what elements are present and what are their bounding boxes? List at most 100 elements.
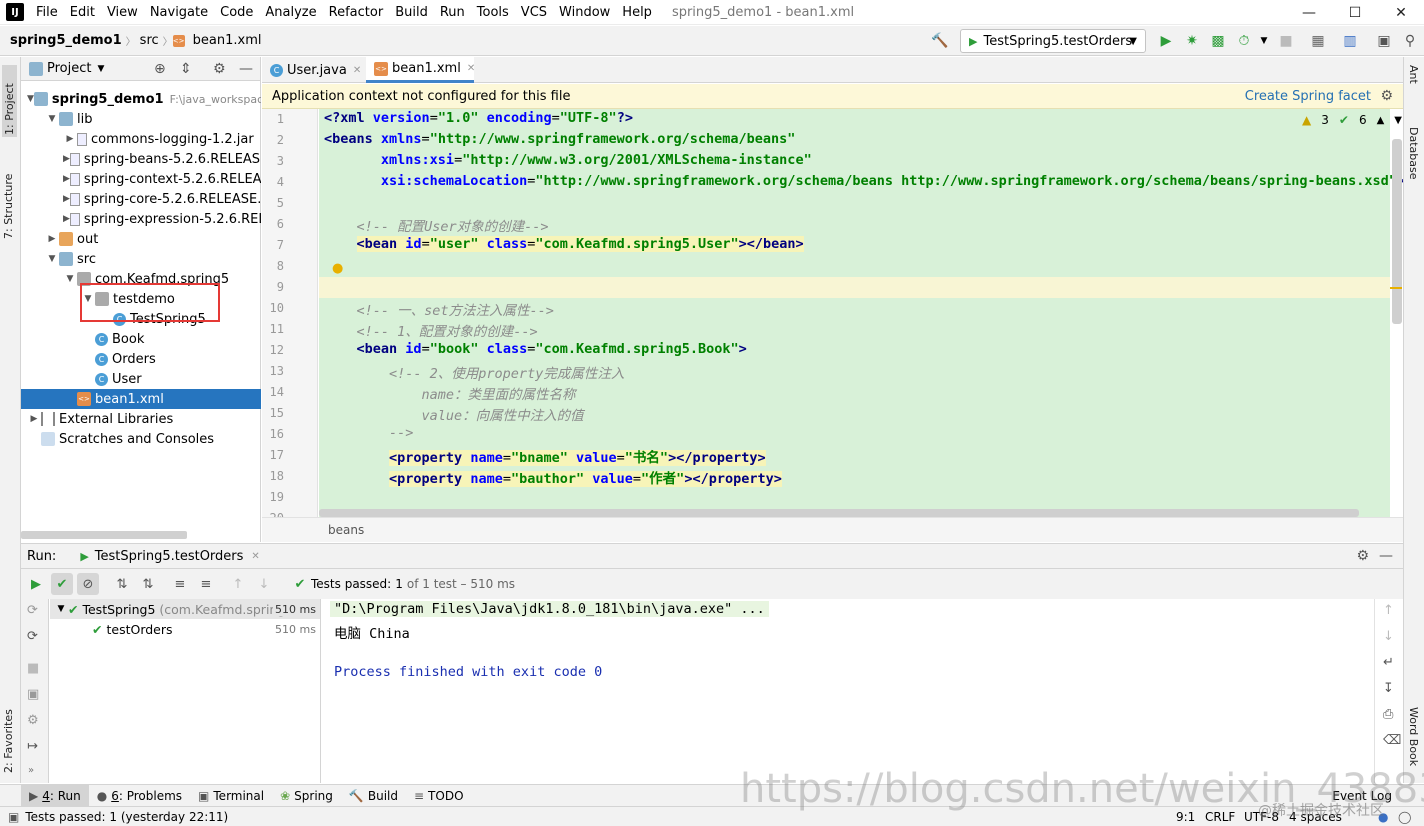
word-book-tool-tab[interactable]: Word Book	[1407, 707, 1420, 766]
collapse-all-icon[interactable]: ⇕	[180, 61, 192, 77]
search-everywhere-icon[interactable]: ⚲	[1400, 31, 1420, 51]
breadcrumb-project[interactable]: spring5_demo1	[0, 33, 126, 48]
tree-item[interactable]: ▶ out	[21, 229, 261, 249]
lightbulb-icon[interactable]: ●	[332, 261, 343, 276]
menu-navigate[interactable]: Navigate	[144, 0, 214, 25]
project-panel-title[interactable]: Project	[47, 61, 91, 76]
tab-run[interactable]: ▶ 4: Run	[21, 784, 89, 807]
test-suite-row[interactable]: ▼ ✔ TestSpring5 (com.Keafmd.spring 510 m…	[50, 599, 320, 619]
menu-help[interactable]: Help	[616, 0, 658, 25]
run-configuration-select[interactable]: ▶ TestSpring5.testOrders ▼	[960, 29, 1146, 53]
coverage-icon[interactable]: ▩	[1208, 31, 1228, 51]
trash-icon[interactable]: ⌫	[1383, 733, 1401, 748]
project-tool-tab[interactable]: 1: Project	[2, 65, 17, 137]
toggle-auto-test-icon[interactable]: ⟳	[27, 629, 38, 644]
tree-item[interactable]: C Orders	[21, 349, 261, 369]
chevron-up-icon[interactable]: ▲	[1377, 115, 1385, 126]
chevron-down-icon[interactable]: ▼	[1394, 115, 1402, 126]
menu-vcs[interactable]: VCS	[515, 0, 553, 25]
console-output[interactable]: "D:\Program Files\Java\jdk1.8.0_181\bin\…	[322, 599, 1374, 783]
hide-icon[interactable]: —	[239, 61, 253, 77]
create-spring-facet-link[interactable]: Create Spring facet	[1245, 89, 1371, 104]
gear-icon[interactable]: ⚙	[1380, 88, 1393, 104]
close-tab-icon[interactable]: ✕	[251, 551, 259, 562]
down-icon[interactable]: ↓	[1383, 629, 1394, 644]
menu-analyze[interactable]: Analyze	[259, 0, 322, 25]
tab-bean1-xml[interactable]: <> bean1.xml ✕	[366, 57, 475, 83]
tree-item[interactable]: ▶ spring-beans-5.2.6.RELEASE	[21, 149, 261, 169]
tree-item[interactable]: ▼ spring5_demo1 F:\java_workspac	[21, 89, 261, 109]
tab-user-java[interactable]: C User.java ✕	[262, 57, 362, 83]
close-tab-icon[interactable]: ✕	[353, 65, 361, 76]
maximize-icon[interactable]: ☐	[1332, 0, 1378, 25]
sort-alpha-icon[interactable]: ⇅	[111, 573, 133, 595]
menu-edit[interactable]: Edit	[64, 0, 101, 25]
favorites-tool-tab[interactable]: 2: Favorites	[2, 693, 15, 773]
build-hammer-icon[interactable]: 🔨	[930, 31, 950, 51]
menu-run[interactable]: Run	[434, 0, 471, 25]
chevron-right-icon[interactable]: ▶	[63, 174, 70, 184]
tree-item[interactable]: ▶ spring-context-5.2.6.RELEAS	[21, 169, 261, 189]
profile-dropdown-icon[interactable]: ▼	[1254, 31, 1274, 51]
show-passed-icon[interactable]: ✔	[51, 573, 73, 595]
more-icon[interactable]: »	[28, 765, 34, 776]
breadcrumb-src[interactable]: src	[136, 33, 163, 48]
soft-wrap-icon[interactable]: ↵	[1383, 655, 1394, 670]
collapse-all-icon[interactable]: ≡	[195, 573, 217, 595]
minimize-icon[interactable]: —	[1286, 0, 1332, 25]
menu-build[interactable]: Build	[389, 0, 434, 25]
stop-icon[interactable]: ■	[1276, 31, 1296, 51]
chevron-right-icon[interactable]: ▶	[63, 214, 70, 224]
menu-code[interactable]: Code	[214, 0, 259, 25]
tab-build[interactable]: 🔨 Build	[341, 785, 406, 807]
structure-tool-tab[interactable]: 7: Structure	[2, 149, 15, 239]
tree-item[interactable]: ▶ commons-logging-1.2.jar	[21, 129, 261, 149]
database-tool-tab[interactable]: Database	[1407, 127, 1420, 180]
ant-tool-tab[interactable]: Ant	[1407, 65, 1420, 84]
tab-todo[interactable]: ≡ TODO	[406, 785, 472, 807]
next-test-icon[interactable]: ↓	[253, 573, 275, 595]
debug-icon[interactable]: ✷	[1182, 31, 1202, 51]
breadcrumb-beans[interactable]: beans	[328, 523, 364, 537]
chevron-right-icon[interactable]: ▶	[63, 154, 70, 164]
tree-item[interactable]: C Book	[21, 329, 261, 349]
tab-spring[interactable]: ❀ Spring	[272, 785, 341, 807]
run-icon[interactable]: ▶	[1156, 31, 1176, 51]
menu-view[interactable]: View	[101, 0, 144, 25]
tree-item[interactable]: Scratches and Consoles	[21, 429, 261, 449]
up-icon[interactable]: ↑	[1383, 603, 1394, 618]
menu-file[interactable]: File	[30, 0, 64, 25]
menu-window[interactable]: Window	[553, 0, 616, 25]
inspection-widget[interactable]: ▲ 3 ✔ 6 ▲ ▼	[1302, 113, 1402, 127]
chevron-right-icon[interactable]: ▶	[45, 234, 59, 244]
tree-item[interactable]: ▶ spring-core-5.2.6.RELEASE.ja	[21, 189, 261, 209]
chevron-down-icon[interactable]: ▼	[45, 254, 59, 264]
rerun-failed-icon[interactable]: ⟳	[27, 603, 38, 618]
breadcrumb-file[interactable]: bean1.xml	[189, 33, 266, 48]
expand-all-icon[interactable]: ≡	[169, 573, 191, 595]
vertical-scrollbar[interactable]	[1392, 139, 1402, 324]
rerun-icon[interactable]: ▶	[25, 573, 47, 595]
chevron-down-icon[interactable]: ▼	[45, 114, 59, 124]
menu-refactor[interactable]: Refactor	[323, 0, 390, 25]
camera-icon[interactable]: ▣	[27, 687, 39, 702]
show-ignored-icon[interactable]: ⊘	[77, 573, 99, 595]
project-structure-icon[interactable]: ▦	[1308, 31, 1328, 51]
settings-icon[interactable]: ⚙	[27, 713, 39, 728]
locate-icon[interactable]: ⊕	[154, 61, 166, 77]
tree-item[interactable]: C User	[21, 369, 261, 389]
run-config-tab[interactable]: TestSpring5.testOrders	[95, 549, 244, 564]
tree-item[interactable]: <> bean1.xml	[21, 389, 261, 409]
test-case-row[interactable]: ✔ testOrders 510 ms	[50, 619, 320, 639]
menu-tools[interactable]: Tools	[471, 0, 515, 25]
close-window-icon[interactable]: ✕	[1378, 0, 1424, 25]
code-editor[interactable]: 1 <?xml version="1.0" encoding="UTF-8"?> 2…	[262, 109, 1403, 517]
chevron-down-icon[interactable]: ▼	[97, 64, 104, 74]
tab-terminal[interactable]: ▣ Terminal	[190, 785, 272, 807]
tab-problems[interactable]: ● 6: Problems	[89, 785, 190, 807]
chevron-right-icon[interactable]: ▶	[63, 194, 70, 204]
stop-icon[interactable]: ■	[27, 661, 39, 676]
tree-item[interactable]: ▼ lib	[21, 109, 261, 129]
gear-icon[interactable]: ⚙	[1356, 548, 1369, 564]
close-tab-icon[interactable]: ✕	[467, 63, 475, 74]
